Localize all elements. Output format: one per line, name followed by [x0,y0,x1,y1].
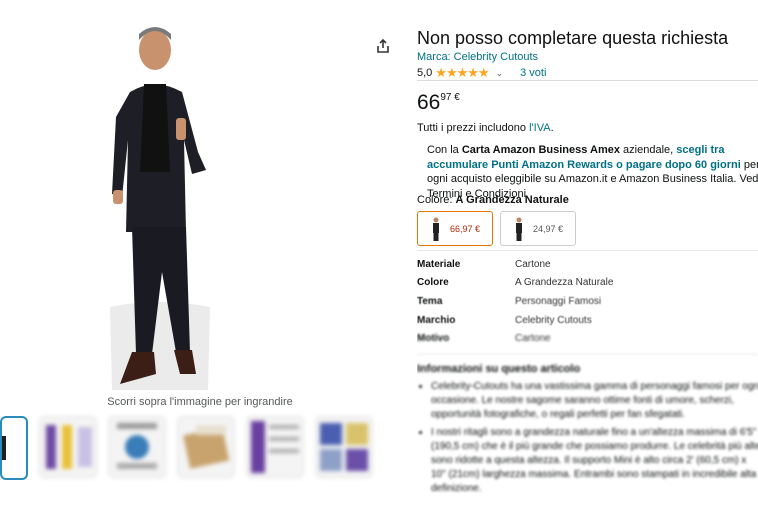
brand-link[interactable]: Marca: Celebrity Cutouts [417,51,538,63]
amex-text: Con la [427,144,462,156]
product-details: Non posso completare questa richiesta Ma… [417,0,758,505]
ratings-count-link[interactable]: 3 voti [520,67,546,79]
vat-link[interactable]: l'IVA [529,122,550,134]
spec-value: Celebrity Cutouts [515,314,592,326]
spec-key: Motivo [417,333,450,345]
color-label: Colore: A Grandezza Naturale [417,194,569,206]
option-price: 24,97 € [533,223,564,234]
spec-value: Cartone [515,333,551,345]
spec-row: Tema Personaggi Famosi [417,292,613,311]
about-this-item: Informazioni su questo articolo Celebrit… [417,362,758,500]
amex-promo: Con la Carta Amazon Business Amex aziend… [427,143,758,201]
about-bullet: I nostri ritagli sono a grandezza natura… [431,426,758,496]
vat-suffix: . [550,122,554,134]
vat-text: Tutti i prezzi includono [417,122,530,134]
image-gallery: Scorri sopra l'immagine per ingrandire [0,0,400,505]
spec-key: Colore [417,277,449,289]
spec-row: Motivo Cartone [417,329,613,348]
about-bullet: Celebrity-Cutouts ha una vastissima gamm… [431,380,758,422]
divider [417,80,758,81]
spec-key: Marchio [417,314,456,326]
divider [417,354,758,355]
color-option-life-size[interactable]: 66,97 € [417,211,493,246]
amex-text: aziendale, [619,144,677,156]
color-selected-value: A Grandezza Naturale [455,194,569,206]
thumbnail-4[interactable] [177,416,235,478]
price: 6697 € [417,91,460,115]
share-icon[interactable] [375,38,391,54]
spec-value: Cartone [515,258,551,270]
thumbnail-1[interactable] [0,416,28,480]
thumbnail-3[interactable] [108,416,166,478]
spec-key: Tema [417,295,443,307]
spec-value: A Grandezza Naturale [515,277,614,289]
thumbnail-6[interactable] [315,416,373,478]
price-whole: 66 [417,91,441,114]
about-heading: Informazioni su questo articolo [417,363,581,375]
spec-key: Materiale [417,258,461,270]
spec-row: Materiale Cartone [417,255,613,274]
spec-row: Colore A Grandezza Naturale [417,274,613,293]
option-price: 66,97 € [450,223,481,234]
spec-value: Personaggi Famosi [515,295,602,307]
rating-row: 5,0 ★★★★★ ⌄ 3 voti [417,65,546,81]
thumbnail-2[interactable] [39,416,97,478]
color-option-mini[interactable]: 24,97 € [500,211,576,246]
spec-row: Marchio Celebrity Cutouts [417,311,613,330]
product-title: Non posso completare questa richiesta [417,28,729,48]
chevron-down-icon[interactable]: ⌄ [496,68,504,79]
thumbnail-strip [0,416,373,480]
vat-note: Tutti i prezzi includono l'IVA. [417,122,554,134]
rating-stars[interactable]: ★★★★★ [435,65,489,81]
product-main-image[interactable] [100,22,220,392]
thumbnail-5[interactable] [246,416,304,478]
color-label-text: Colore: [417,194,456,206]
rating-value: 5,0 [417,67,433,79]
cutout-icon [516,217,522,241]
product-specs: Materiale Cartone Colore A Grandezza Natur… [417,255,613,348]
cutout-icon [433,217,439,241]
price-fraction: 97 € [440,92,460,103]
zoom-hint: Scorri sopra l'immagine per ingrandire [107,396,293,408]
about-bullets: Celebrity-Cutouts ha una vastissima gamm… [417,380,758,496]
amex-card-name: Carta Amazon Business Amex [461,144,620,156]
divider [417,250,758,251]
